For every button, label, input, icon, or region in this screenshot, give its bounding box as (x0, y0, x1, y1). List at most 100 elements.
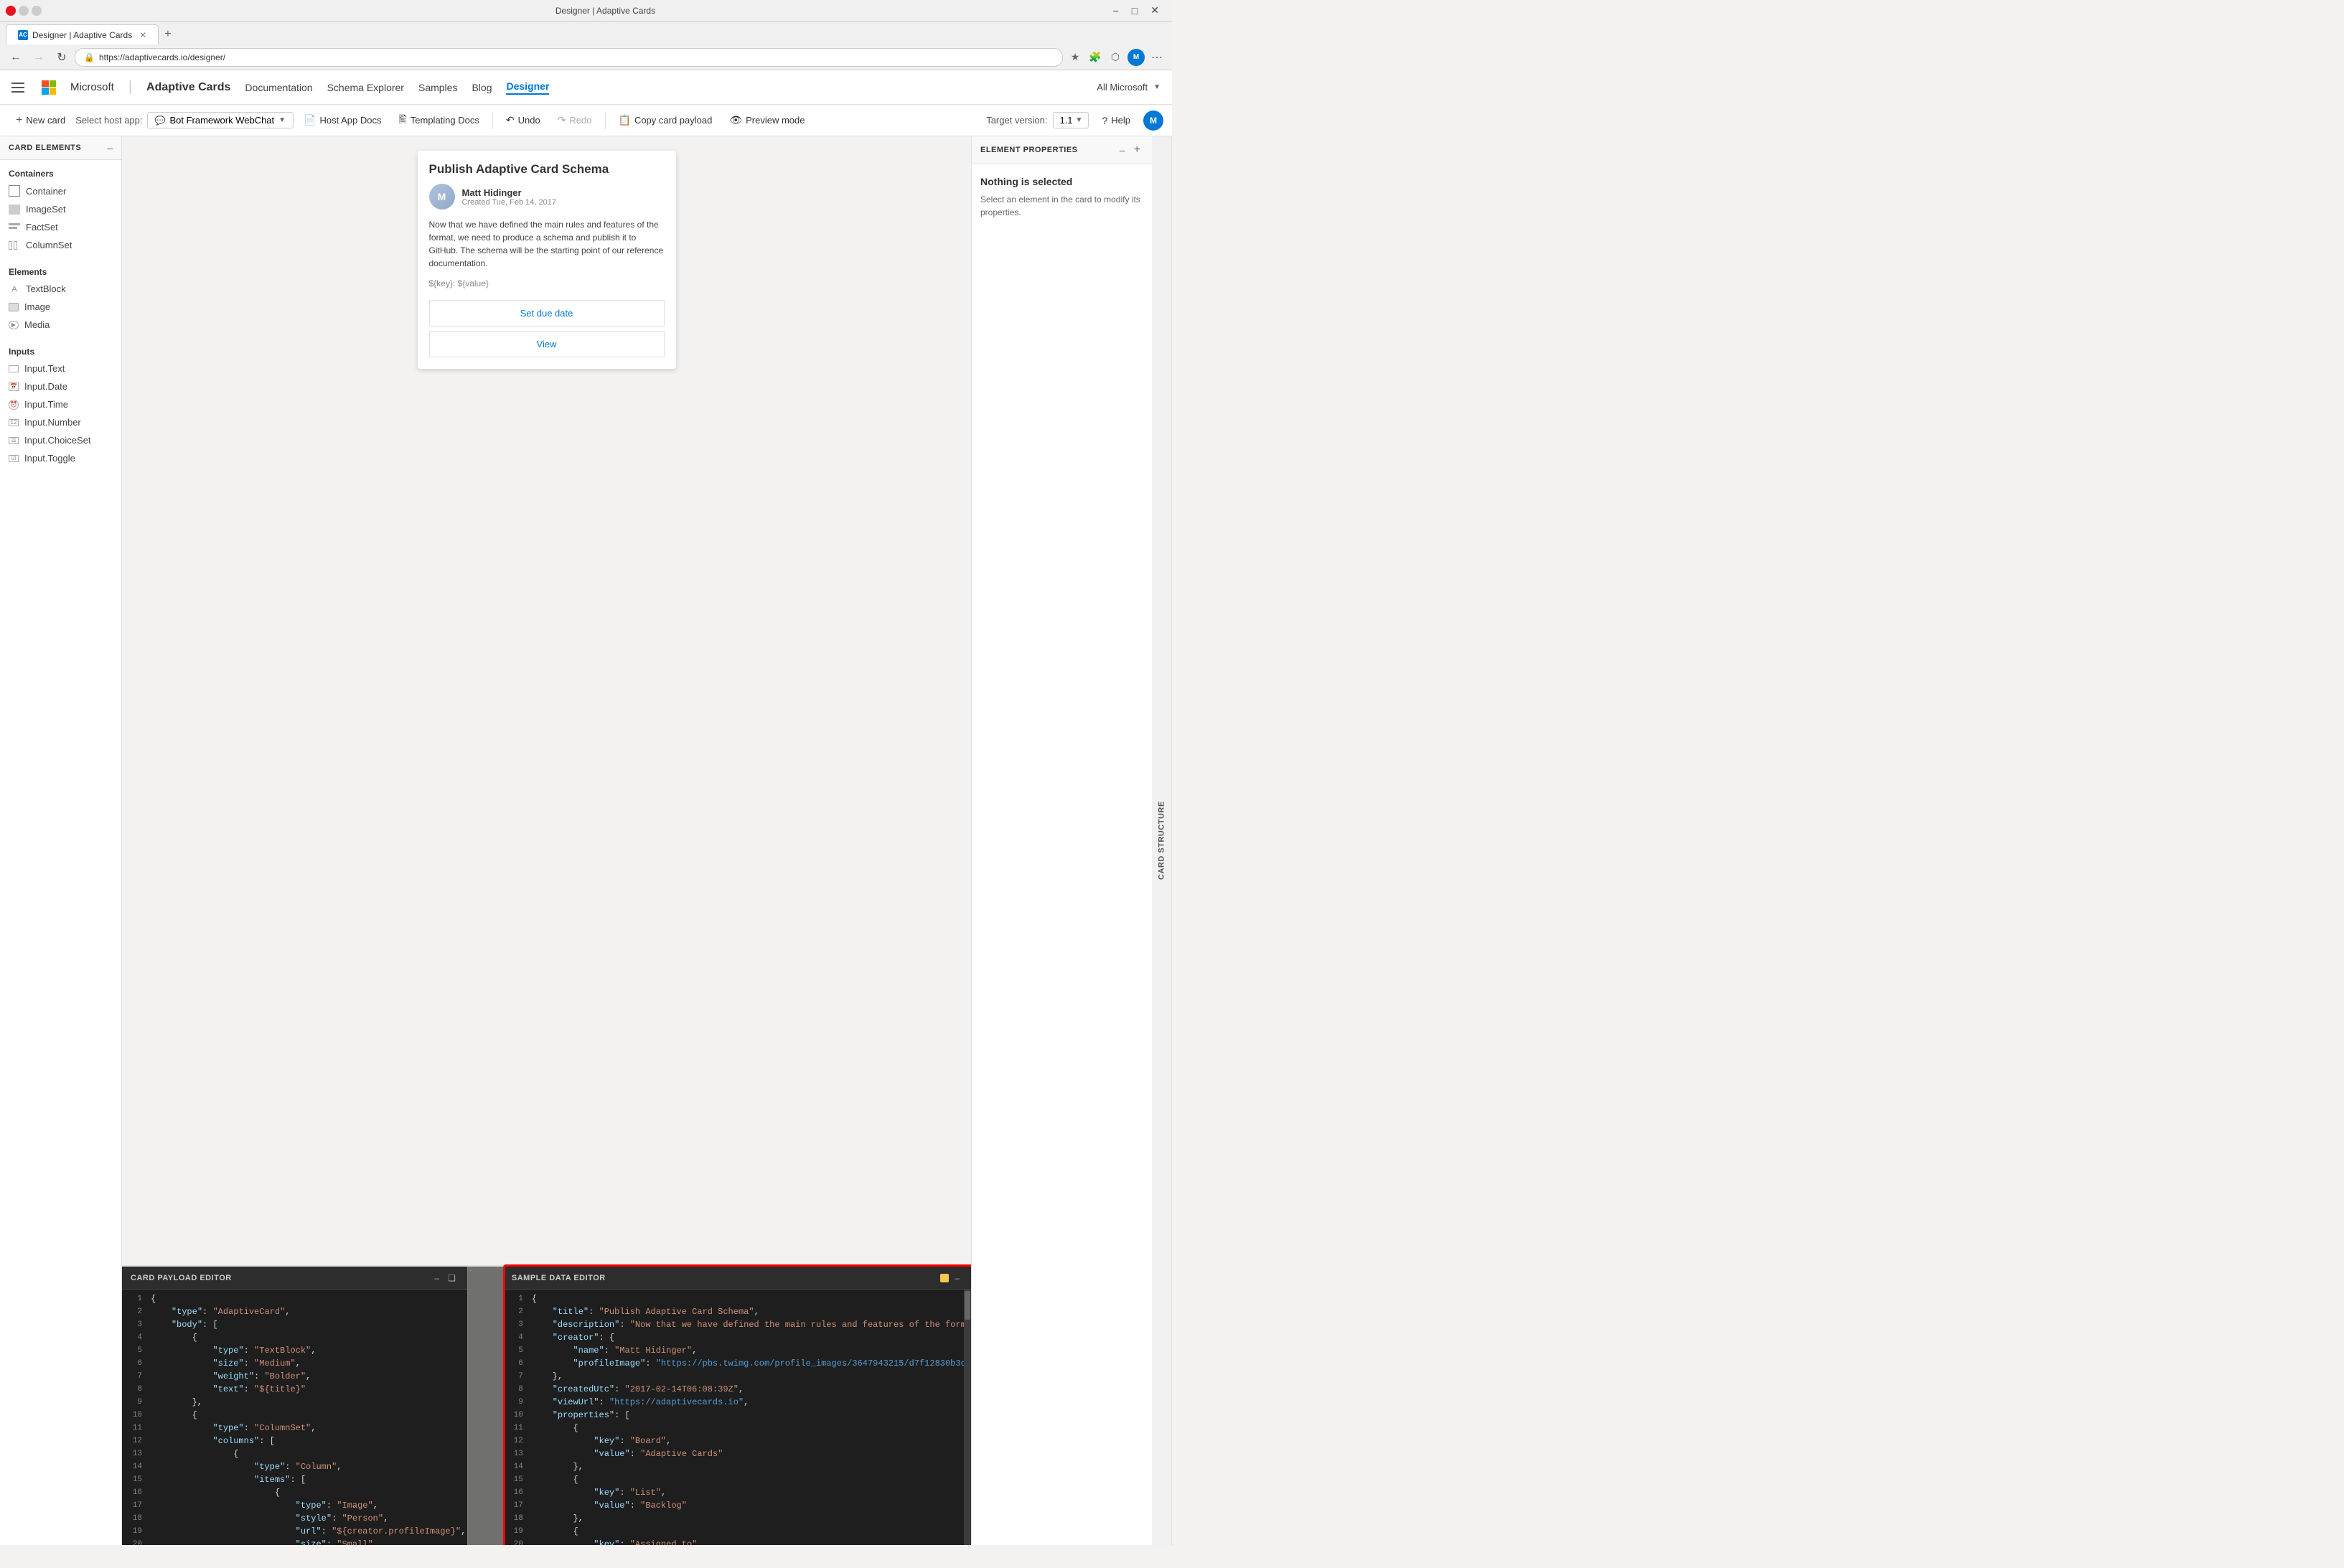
code-line: 13 { (122, 1447, 467, 1460)
element-properties-panel: ELEMENT PROPERTIES ‒ + Nothing is select… (972, 136, 1152, 1545)
sidebar-item-image[interactable]: Image (0, 298, 121, 316)
code-line: 9 }, (122, 1396, 467, 1409)
sample-editor-content[interactable]: 1{ 2 "title": "Publish Adaptive Card Sch… (503, 1290, 971, 1545)
tab-bar: AC Designer | Adaptive Cards ✕ + (0, 22, 1172, 44)
input-toggle-icon: ☑ (9, 455, 19, 462)
sample-editor-title: SAMPLE DATA EDITOR (512, 1274, 606, 1282)
nav-blog[interactable]: Blog (472, 82, 492, 93)
collections-btn[interactable]: ⬡ (1106, 48, 1125, 67)
nav-designer[interactable]: Designer (506, 80, 549, 95)
all-microsoft-btn[interactable]: All Microsoft (1097, 82, 1148, 93)
code-line: 6 "size": "Medium", (122, 1357, 467, 1370)
select-host-label: Select host app: (75, 115, 142, 126)
window-close[interactable]: ✕ (1145, 3, 1165, 18)
maximize-btn[interactable] (32, 6, 42, 16)
elements-section-title: Elements (0, 263, 121, 280)
payload-editor-header: CARD PAYLOAD EDITOR ‒ ❑ (122, 1267, 467, 1290)
nav-samples[interactable]: Samples (418, 82, 457, 93)
host-app-docs-btn[interactable]: 📄 Host App Docs (296, 111, 388, 129)
view-btn[interactable]: View (429, 331, 665, 357)
help-btn[interactable]: ? Help (1094, 112, 1138, 129)
preview-mode-btn[interactable]: 👁 Preview mode (722, 111, 812, 129)
card-payload-editor: CARD PAYLOAD EDITOR ‒ ❑ 1{ 2 "type": "Ad… (122, 1267, 467, 1545)
input-time-icon: ⏰ (9, 400, 19, 410)
nav-links: Documentation Schema Explorer Samples Bl… (245, 80, 549, 95)
extensions-btn[interactable]: 🧩 (1086, 48, 1105, 67)
version-dropdown[interactable]: 1.1 ▼ (1053, 112, 1089, 128)
sidebar-toggle-btn[interactable] (11, 83, 24, 93)
card-body-text: Now that we have defined the main rules … (429, 218, 665, 270)
payload-editor-collapse-btn[interactable]: ‒ (431, 1272, 442, 1285)
browser-window: Designer | Adaptive Cards − □ ✕ AC Desig… (0, 0, 1172, 70)
payload-editor-expand-btn[interactable]: ❑ (445, 1272, 459, 1285)
sidebar-item-input-time[interactable]: ⏰ Input.Time (0, 395, 121, 413)
sample-editor-collapse-btn[interactable]: ‒ (952, 1272, 962, 1285)
sample-code-line: 6 "profileImage": "https://pbs.twimg.com… (503, 1357, 971, 1370)
sample-code-line: 2 "title": "Publish Adaptive Card Schema… (503, 1305, 971, 1318)
bookmark-btn[interactable]: ★ (1066, 48, 1084, 67)
sidebar-item-factset[interactable]: FactSet (0, 218, 121, 236)
toolbar-sep1 (492, 112, 493, 129)
properties-collapse-btn[interactable]: ‒ (1117, 142, 1128, 158)
undo-btn[interactable]: ↶ Undo (499, 111, 548, 129)
new-tab-btn[interactable]: + (159, 24, 177, 44)
tab-title: Designer | Adaptive Cards (32, 30, 132, 40)
card-content: Publish Adaptive Card Schema M Matt Hidi… (418, 151, 676, 369)
input-date-icon: 📅 (9, 382, 19, 391)
code-line: 11 "type": "ColumnSet", (122, 1422, 467, 1435)
sidebar-item-imageset[interactable]: ImageSet (0, 200, 121, 218)
sample-code-line: 10 "properties": [ (503, 1409, 971, 1422)
factset-icon (9, 223, 20, 232)
properties-add-btn[interactable]: + (1131, 142, 1143, 158)
input-number-icon: 12 (9, 419, 19, 426)
sidebar-item-input-text[interactable]: Input.Text (0, 360, 121, 377)
copy-payload-btn[interactable]: 📋 Copy card payload (611, 111, 720, 129)
host-app-selector: Select host app: 💬 Bot Framework WebChat… (75, 112, 294, 128)
sidebar-item-textblock[interactable]: A TextBlock (0, 280, 121, 298)
sidebar-item-media[interactable]: ▶ Media (0, 316, 121, 334)
containers-section-title: Containers (0, 164, 121, 182)
nothing-selected-area: Nothing is selected Select an element in… (972, 164, 1152, 230)
template-icon: 🖺 (399, 112, 407, 129)
sidebar-item-input-number[interactable]: 12 Input.Number (0, 413, 121, 431)
close-btn[interactable] (6, 6, 16, 16)
sample-data-editor: SAMPLE DATA EDITOR ‒ 1{ 2 "title": "Publ… (503, 1267, 971, 1545)
sidebar-item-input-toggle[interactable]: ☑ Input.Toggle (0, 449, 121, 467)
minimize-btn[interactable] (19, 6, 29, 16)
card-key-value: ${key}: ${value} (429, 278, 665, 288)
forward-btn[interactable]: → (29, 47, 49, 67)
sample-code-line: 15 { (503, 1473, 971, 1486)
sidebar-item-columnset[interactable]: ColumnSet (0, 236, 121, 254)
user-profile-btn[interactable]: M (1143, 111, 1163, 131)
sample-code-line: 5 "name": "Matt Hidinger", (503, 1344, 971, 1357)
settings-btn[interactable]: ⋯ (1148, 48, 1166, 67)
active-tab[interactable]: AC Designer | Adaptive Cards ✕ (6, 24, 159, 44)
nav-schema-explorer[interactable]: Schema Explorer (327, 82, 404, 93)
refresh-btn[interactable]: ↻ (52, 47, 72, 67)
author-avatar: M (429, 184, 455, 210)
sample-editor-scrollbar[interactable] (964, 1290, 971, 1545)
sample-code-line: 4 "creator": { (503, 1331, 971, 1344)
sidebar-item-input-choiceset[interactable]: ☰ Input.ChoiceSet (0, 431, 121, 449)
ms-logo (42, 80, 56, 95)
card-structure-tab[interactable]: CARD STRUCTURE (1152, 136, 1172, 1545)
sidebar-item-container[interactable]: Container (0, 182, 121, 200)
window-minimize[interactable]: − (1107, 3, 1125, 18)
card-elements-collapse-btn[interactable]: ‒ (107, 142, 113, 154)
input-choiceset-icon: ☰ (9, 437, 19, 444)
host-app-dropdown[interactable]: 💬 Bot Framework WebChat ▼ (147, 112, 294, 128)
new-card-btn[interactable]: + New card (9, 111, 72, 130)
payload-editor-content[interactable]: 1{ 2 "type": "AdaptiveCard", 3 "body": [… (122, 1290, 467, 1545)
set-due-date-btn[interactable]: Set due date (429, 300, 665, 327)
profile-btn[interactable]: M (1128, 49, 1145, 66)
preview-icon: 👁 (729, 114, 742, 126)
nav-documentation[interactable]: Documentation (245, 82, 312, 93)
address-field[interactable]: 🔒 https://adaptivecards.io/designer/ (75, 48, 1063, 67)
tab-close-icon[interactable]: ✕ (139, 30, 146, 40)
window-restore[interactable]: □ (1126, 3, 1143, 18)
code-line: 3 "body": [ (122, 1318, 467, 1331)
templating-docs-btn[interactable]: 🖺 Templating Docs (392, 109, 487, 132)
sidebar-item-input-date[interactable]: 📅 Input.Date (0, 377, 121, 395)
redo-btn[interactable]: ↷ Redo (550, 111, 599, 129)
back-btn[interactable]: ← (6, 47, 26, 67)
